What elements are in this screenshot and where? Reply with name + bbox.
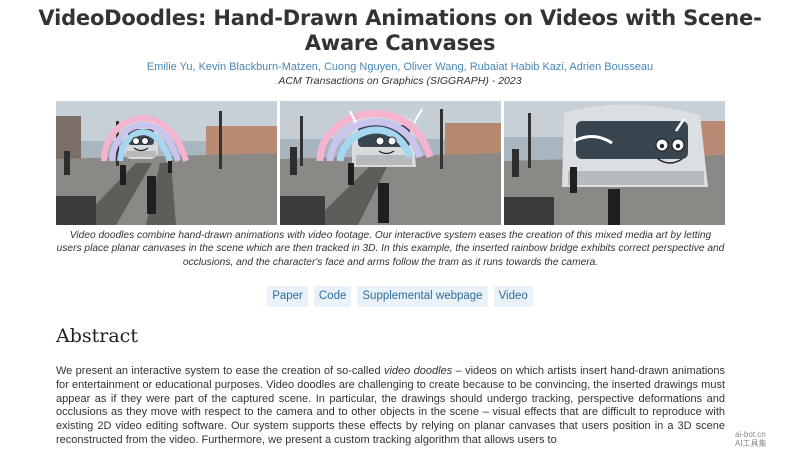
emphasis-term: video doodles xyxy=(383,365,453,377)
paper-link[interactable]: Paper xyxy=(267,286,308,307)
abstract-text: We present an interactive system to ease… xyxy=(56,365,726,446)
video-frame-2 xyxy=(280,101,501,225)
author-list: Emilie Yu, Kevin Blackburn-Matzen, Cuong… xyxy=(146,61,654,73)
publication-venue: ACM Transactions on Graphics (SIGGRAPH) … xyxy=(278,75,522,87)
tram-3 xyxy=(562,104,708,187)
supplemental-webpage-link[interactable]: Supplemental webpage xyxy=(357,286,488,307)
watermark-logo: ai-bot.cn AI工具集 xyxy=(735,430,767,448)
author-link[interactable]: Cuong Nguyen xyxy=(324,61,397,73)
video-frame-1 xyxy=(56,101,277,225)
teaser-figure xyxy=(56,101,725,225)
author-link[interactable]: Adrien Bousseau xyxy=(569,61,653,73)
code-link[interactable]: Code xyxy=(313,286,352,307)
resource-links: Paper Code Supplemental webpage Video xyxy=(0,286,800,307)
page-title: VideoDoodles: Hand-Drawn Animations on V… xyxy=(38,6,762,55)
figure-caption: Video doodles combine hand-drawn animati… xyxy=(56,230,725,268)
author-link[interactable]: Kevin Blackburn-Matzen xyxy=(199,61,318,73)
abstract-heading: Abstract xyxy=(56,325,138,347)
video-link[interactable]: Video xyxy=(493,286,533,307)
author-link[interactable]: Oliver Wang xyxy=(403,61,463,73)
author-link[interactable]: Emilie Yu xyxy=(147,61,193,73)
video-frame-3 xyxy=(504,101,725,225)
author-link[interactable]: Rubaiat Habib Kazi xyxy=(470,61,564,73)
